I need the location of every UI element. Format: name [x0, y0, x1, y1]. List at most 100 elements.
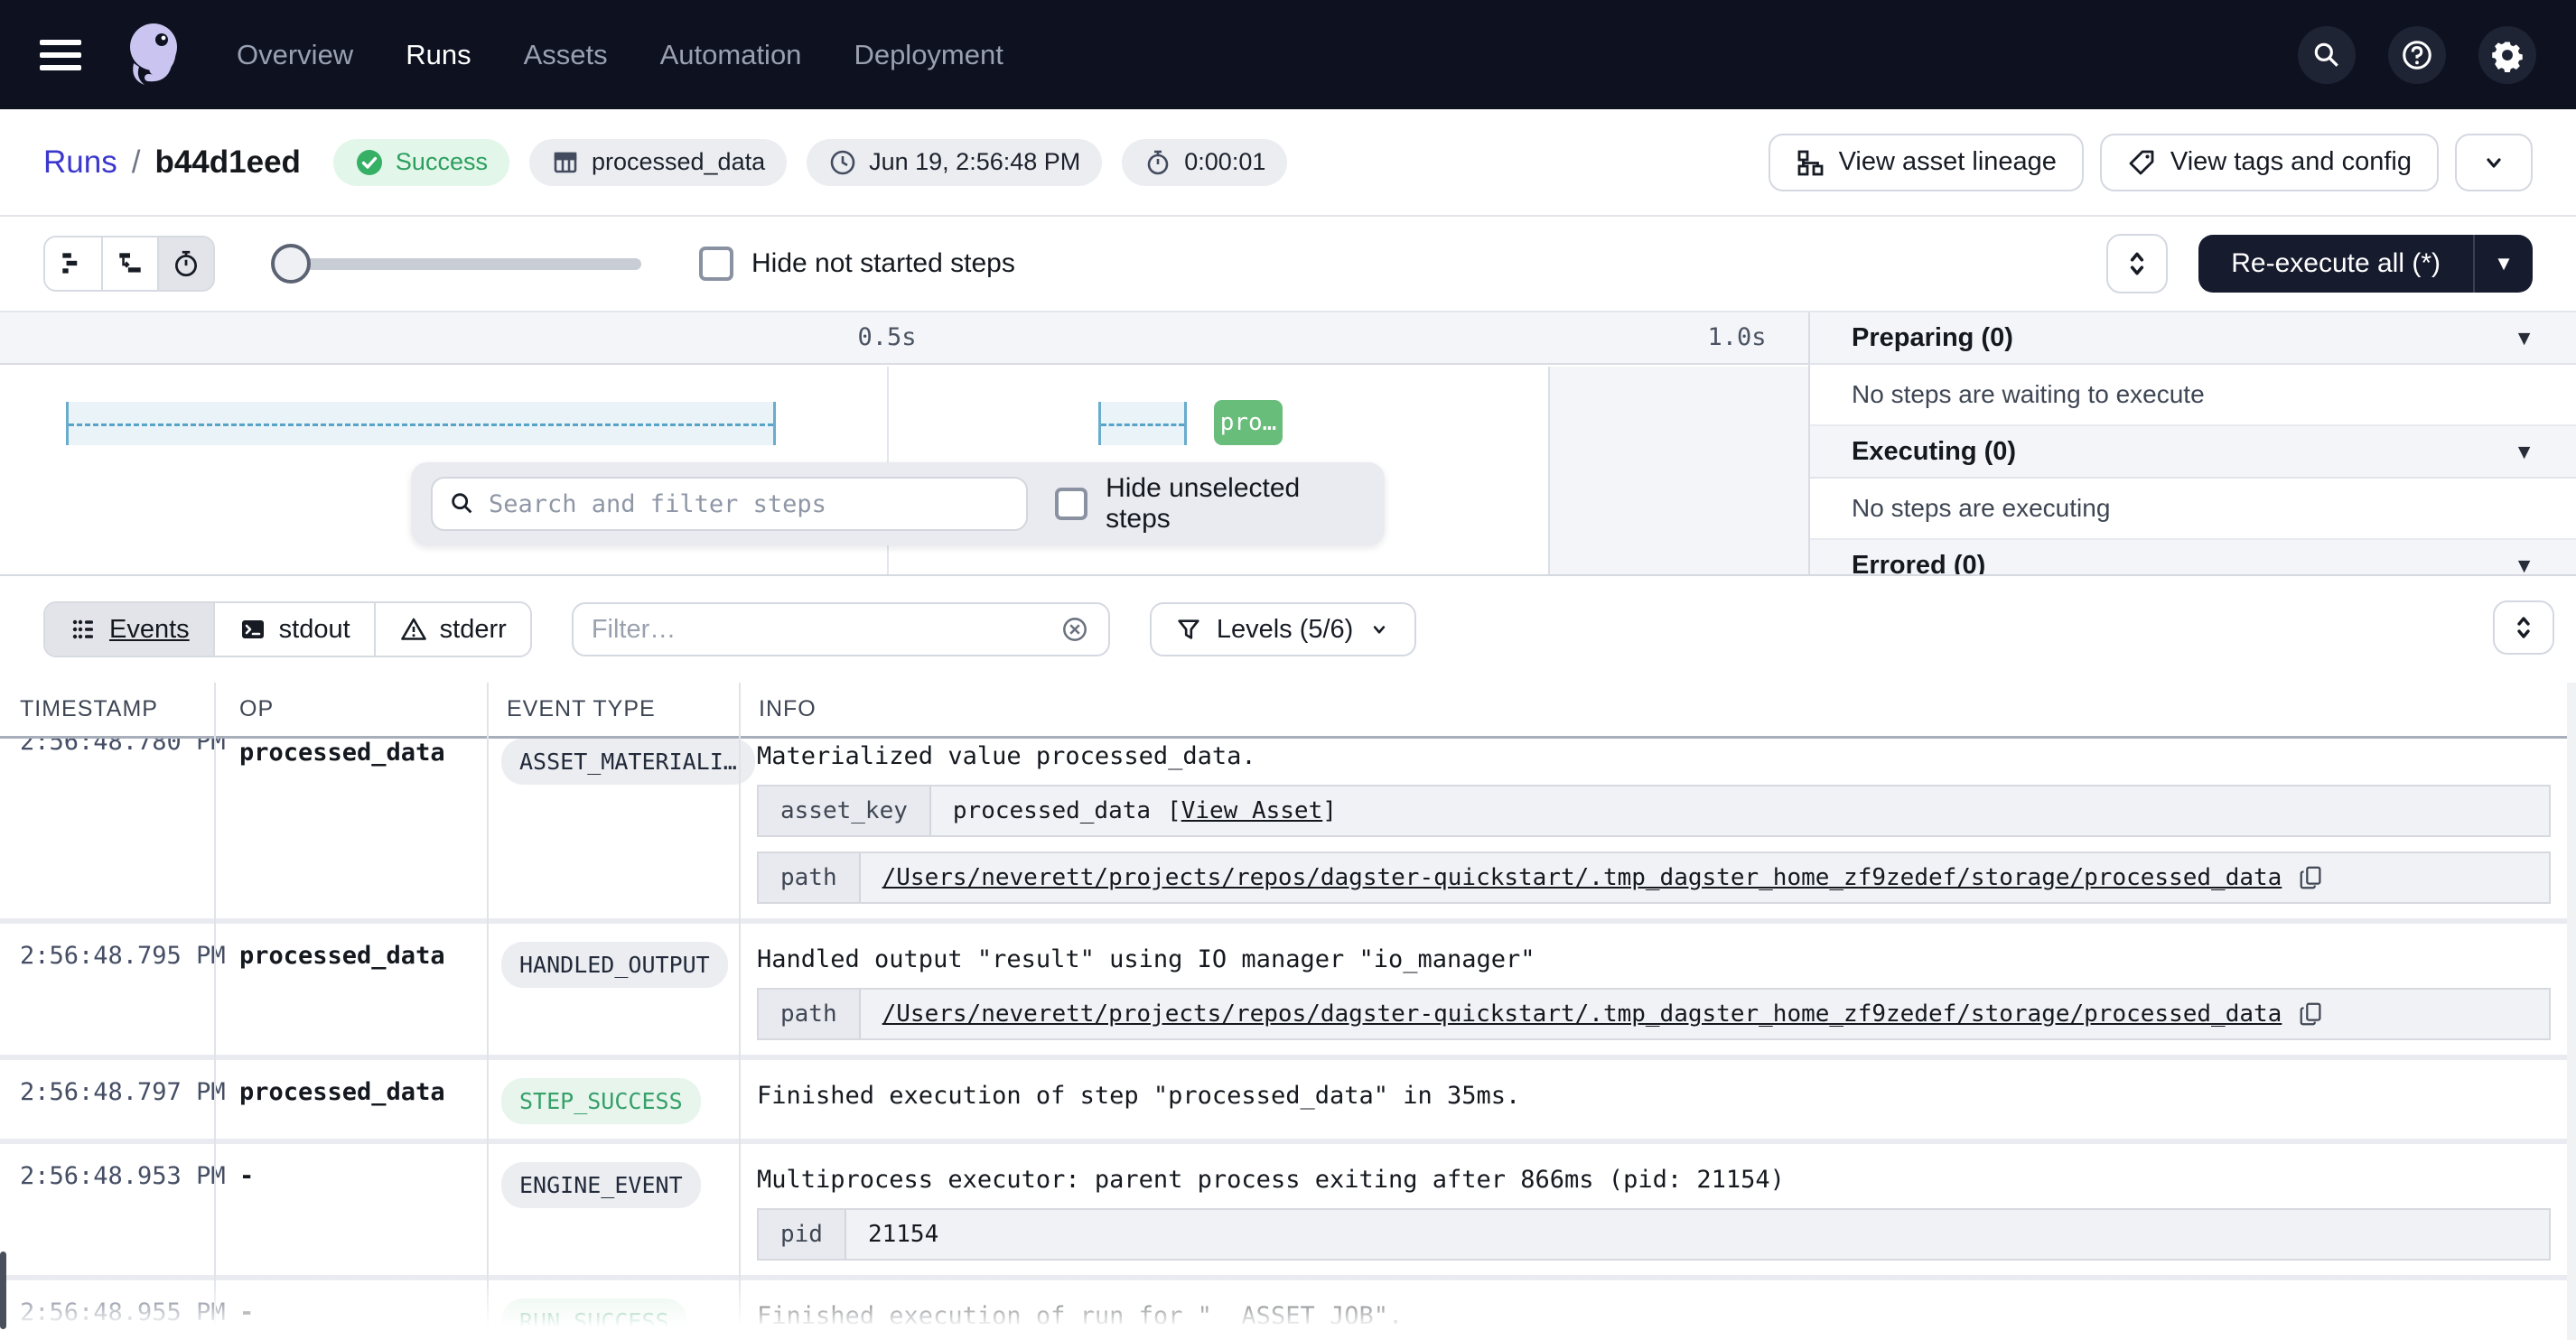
table-row[interactable]: 2:56:48.797 PMprocessed_dataSTEP_SUCCESS…	[0, 1055, 2576, 1139]
table-grid-icon	[551, 148, 580, 177]
metadata-label: path	[759, 853, 861, 902]
breadcrumb-runs-link[interactable]: Runs	[43, 144, 117, 181]
copy-path-button[interactable]	[2298, 1000, 2325, 1028]
copy-icon[interactable]	[2298, 1000, 2325, 1028]
header-more-button[interactable]	[2455, 134, 2533, 191]
run-header: Runs / b44d1eed Success processed_data J…	[0, 109, 2576, 217]
breadcrumb-separator: /	[132, 144, 141, 181]
metadata-row: path/Users/neverett/projects/repos/dagst…	[757, 988, 2551, 1040]
gantt-expand-button[interactable]	[2106, 234, 2168, 293]
table-row[interactable]: 2:56:48.955 PM-RUN_SUCCESSFinished execu…	[0, 1275, 2576, 1337]
metadata-label: pid	[759, 1210, 846, 1259]
hide-not-started-checkbox[interactable]	[699, 247, 733, 281]
event-type-cell: RUN_SUCCESS	[487, 1298, 739, 1337]
info-cell: Finished execution of step "processed_da…	[739, 1078, 2576, 1124]
log-filter-box[interactable]	[572, 602, 1110, 656]
table-row[interactable]: 2:56:48.795 PMprocessed_dataHANDLED_OUTP…	[0, 918, 2576, 1055]
collapse-caret-icon: ▼	[2514, 554, 2534, 575]
hide-not-started-label: Hide not started steps	[751, 248, 1015, 279]
timestamp-cell: 2:56:48.780 PM	[0, 739, 214, 904]
stderr-icon	[399, 615, 428, 644]
chevron-down-icon	[2479, 148, 2508, 177]
gantt-timed-view-button[interactable]	[157, 237, 213, 290]
op-cell: -	[214, 1298, 487, 1337]
op-cell: -	[214, 1162, 487, 1261]
stopwatch-icon	[171, 248, 201, 279]
search-button[interactable]	[2298, 26, 2356, 84]
vertical-scrollbar[interactable]	[2567, 683, 2576, 1340]
step-section-header[interactable]: Errored (0)▼	[1810, 540, 2576, 574]
levels-dropdown-button[interactable]: Levels (5/6)	[1150, 602, 1417, 656]
tab-events[interactable]: Events	[45, 603, 213, 656]
gantt-step-bar-pending[interactable]	[1098, 402, 1187, 445]
events-table-header: TIMESTAMP OP EVENT TYPE INFO	[0, 683, 2576, 739]
menu-icon[interactable]	[40, 40, 81, 70]
metadata-value-text: 21154	[868, 1221, 938, 1248]
path-link[interactable]: /Users/neverett/projects/repos/dagster-q…	[882, 1000, 2282, 1028]
tab-label: stderr	[440, 615, 507, 645]
info-text: Handled output "result" using IO manager…	[757, 945, 2551, 973]
lineage-icon	[1796, 148, 1825, 177]
view-asset-link[interactable]: View Asset	[1181, 797, 1323, 824]
op-cell: processed_data	[214, 942, 487, 1040]
tab-label: Events	[109, 615, 190, 645]
stdout-icon	[238, 615, 267, 644]
zoom-slider-thumb[interactable]	[271, 244, 311, 284]
step-search-box[interactable]	[431, 477, 1028, 531]
path-link[interactable]: /Users/neverett/projects/repos/dagster-q…	[882, 864, 2282, 891]
gantt-overflow-zone	[1548, 367, 1808, 574]
hide-unselected-label: Hide unselected steps	[1106, 473, 1365, 535]
unfold-icon	[2122, 248, 2152, 279]
reexecute-all-button[interactable]: Re-execute all (*)	[2198, 235, 2473, 293]
events-toolbar: Events stdout stderr Levels (5/6)	[0, 574, 2576, 683]
zoom-slider[interactable]	[275, 244, 641, 284]
copy-path-button[interactable]	[2298, 863, 2325, 892]
tag-icon	[2127, 148, 2156, 177]
tab-stderr[interactable]: stderr	[374, 603, 530, 656]
dagster-logo-icon[interactable]	[117, 16, 188, 94]
step-section-header[interactable]: Preparing (0)▼	[1810, 312, 2576, 365]
help-button[interactable]	[2388, 26, 2446, 84]
view-tags-config-button[interactable]: View tags and config	[2100, 134, 2439, 191]
info-cell: Multiprocess executor: parent process ex…	[739, 1162, 2576, 1261]
copy-icon[interactable]	[2298, 863, 2325, 892]
tab-stdout[interactable]: stdout	[213, 603, 374, 656]
nav-item-deployment[interactable]: Deployment	[854, 39, 1003, 71]
gantt-flat-icon	[58, 248, 89, 279]
reexecute-split-button: Re-execute all (*) ▼	[2198, 235, 2533, 293]
gantt-flat-view-button[interactable]	[45, 237, 101, 290]
reexecute-dropdown-button[interactable]: ▼	[2473, 235, 2533, 293]
step-section-header[interactable]: Executing (0)▼	[1810, 426, 2576, 479]
logs-expand-button[interactable]	[2493, 600, 2554, 655]
event-type-cell: HANDLED_OUTPUT	[487, 942, 739, 1040]
op-cell: processed_data	[214, 739, 487, 904]
zoom-slider-track[interactable]	[275, 258, 641, 270]
view-asset-lineage-button[interactable]: View asset lineage	[1769, 134, 2084, 191]
settings-button[interactable]	[2478, 26, 2536, 84]
nav-item-overview[interactable]: Overview	[237, 39, 353, 71]
event-type-chip: ENGINE_EVENT	[501, 1162, 701, 1208]
table-row[interactable]: 2:56:48.780 PMprocessed_dataASSET_MATERI…	[0, 739, 2576, 918]
metadata-label: asset_key	[759, 786, 931, 835]
events-icon	[69, 615, 98, 644]
nav-item-assets[interactable]: Assets	[524, 39, 608, 71]
asset-badge[interactable]: processed_data	[529, 139, 787, 186]
hide-unselected-checkbox[interactable]	[1055, 488, 1087, 520]
step-search-input[interactable]	[489, 490, 1010, 518]
clear-filter-icon[interactable]	[1059, 614, 1090, 645]
run-id: b44d1eed	[154, 144, 300, 181]
nav-item-runs[interactable]: Runs	[406, 39, 471, 71]
step-filter-popup: Hide unselected steps	[411, 462, 1385, 545]
gantt-step-bar-success[interactable]: pro…	[1214, 400, 1283, 445]
table-row[interactable]: 2:56:48.953 PM-ENGINE_EVENT Multiprocess …	[0, 1139, 2576, 1275]
log-filter-input[interactable]	[592, 615, 1047, 645]
search-icon	[2311, 40, 2342, 70]
gantt-step-bar-pending[interactable]	[66, 402, 776, 445]
step-section-body: No steps are waiting to execute	[1810, 365, 2576, 426]
nav-item-automation[interactable]: Automation	[660, 39, 802, 71]
left-scrollbar-thumb[interactable]	[0, 1252, 6, 1329]
gantt-waterfall-view-button[interactable]	[101, 237, 157, 290]
timeline-tick: 1.0s	[1707, 323, 1766, 351]
event-type-chip: STEP_SUCCESS	[501, 1078, 701, 1124]
timestamp-cell: 2:56:48.953 PM	[0, 1162, 214, 1261]
